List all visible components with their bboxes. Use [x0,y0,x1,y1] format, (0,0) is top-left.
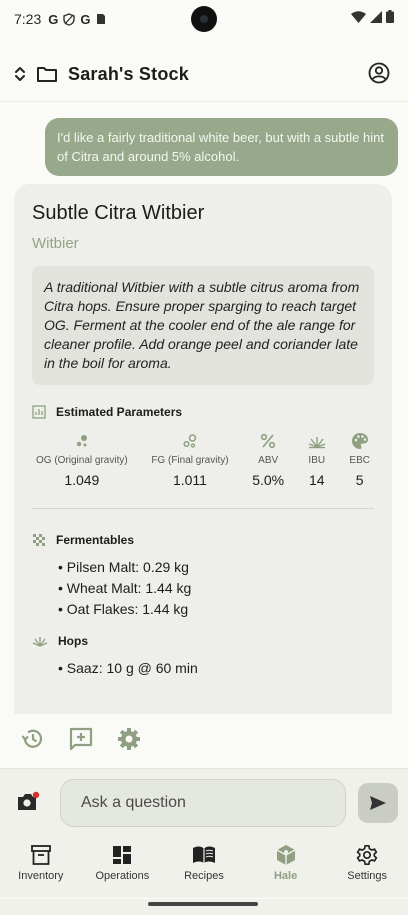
add-comment-icon [69,727,93,751]
history-icon [21,729,43,748]
google-notification-icon: G [80,11,91,27]
hops-icon [308,437,326,449]
hops-icon [32,637,48,647]
parameters-heading: Estimated Parameters [32,405,374,419]
new-chat-button[interactable] [68,726,94,752]
param-abv: ABV 5.0% [252,431,284,488]
bottom-navigation: Inventory Operations Recipes Hale Settin… [0,836,408,898]
list-item: • Oat Flakes: 1.44 kg [58,601,189,617]
hops-heading-label: Hops [58,634,88,648]
list-item: • Saaz: 10 g @ 60 min [58,660,198,676]
google-notification-icon: G [48,11,59,27]
chart-icon [32,405,46,419]
composer [0,768,408,836]
send-button[interactable] [358,783,398,823]
param-label: FG (Final gravity) [151,455,229,466]
chat-area[interactable]: I'd like a fairly traditional white beer… [0,102,408,714]
front-camera [191,6,217,32]
status-time: 7:23 [14,11,42,27]
user-message-bubble: I'd like a fairly traditional white beer… [45,118,398,176]
param-value: 5.0% [252,472,285,488]
nav-item-hale[interactable]: Hale [245,836,327,898]
battery-icon [386,10,394,23]
nav-item-settings[interactable]: Settings [326,836,408,898]
history-button[interactable] [20,726,46,752]
param-value: 5 [355,472,364,488]
list-item: • Pilsen Malt: 0.29 kg [58,559,189,575]
add-photo-icon[interactable] [16,791,40,813]
section-divider [32,508,374,509]
folder-icon [37,67,57,82]
nav-label: Settings [347,870,388,882]
param-label: IBU [308,455,326,466]
sim-card-icon [96,14,105,24]
fermentables-list: • Pilsen Malt: 0.29 kg • Wheat Malt: 1.4… [32,557,374,620]
account-icon[interactable] [368,62,390,84]
parameters-heading-label: Estimated Parameters [56,405,183,419]
param-value: 1.049 [64,472,100,488]
percent-icon [261,433,276,449]
page-title[interactable]: Sarah's Stock [68,64,189,85]
book-icon [192,846,215,863]
fermentables-heading: Fermentables [32,533,374,547]
param-fg: FG (Final gravity) 1.011 [151,431,229,488]
recipe-style: Witbier [32,235,79,252]
shield-notification-icon [63,12,76,26]
param-value: 14 [308,472,325,488]
nav-label: Inventory [18,870,64,882]
param-value: 1.011 [172,472,207,488]
gesture-bar[interactable] [148,902,258,906]
gear-icon [118,728,140,750]
nav-item-operations[interactable]: Operations [82,836,164,898]
fermentables-heading-label: Fermentables [56,533,135,547]
app-bar: Sarah's Stock [0,50,408,98]
dashboard-icon [113,846,132,864]
hops-list: • Saaz: 10 g @ 60 min [32,658,374,679]
list-item: • Wheat Malt: 1.44 kg [58,580,192,596]
nav-label: Operations [95,870,150,882]
parameters-grid: OG (Original gravity) 1.049 FG (Final gr… [32,431,374,488]
question-input[interactable] [60,779,346,827]
hops-heading: Hops [32,634,374,648]
unfold-icon[interactable] [14,65,26,83]
param-label: EBC [349,455,370,466]
wifi-icon [351,10,366,23]
nav-label: Recipes [184,870,224,882]
chat-settings-button[interactable] [116,726,142,752]
palette-icon [351,433,368,449]
param-label: ABV [258,455,279,466]
fg-bubbles-icon [183,434,197,448]
inventory-icon [30,845,51,865]
chat-tools [20,726,142,752]
status-bar: 7:23 G G [0,0,408,38]
nav-item-recipes[interactable]: Recipes [163,836,245,898]
param-ebc: EBC 5 [349,431,370,488]
recipe-description: A traditional Witbier with a subtle citr… [32,266,374,385]
gear-icon [356,845,378,865]
og-bubbles-icon [76,435,87,447]
nav-item-inventory[interactable]: Inventory [0,836,82,898]
param-label: OG (Original gravity) [36,455,128,466]
param-ibu: IBU 14 [308,431,326,488]
recipe-card: Subtle Citra Witbier Witbier A tradition… [14,184,392,714]
grain-icon [33,534,45,546]
param-og: OG (Original gravity) 1.049 [36,431,128,488]
nav-label: Hale [273,870,298,882]
hale-cube-icon [276,845,295,865]
recipe-title: Subtle Citra Witbier [32,202,205,224]
signal-icon [370,10,382,23]
send-icon [370,796,386,810]
